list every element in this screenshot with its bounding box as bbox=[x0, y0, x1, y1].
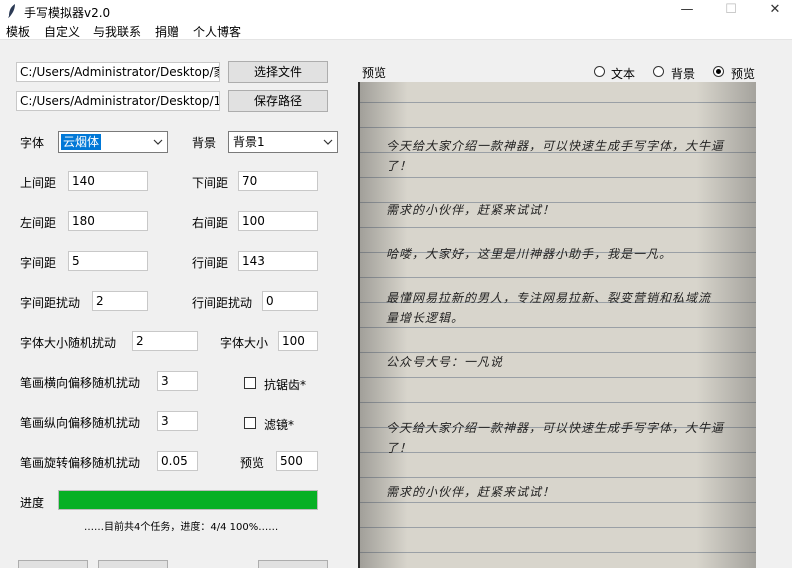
char-spacing-jitter-input[interactable]: 2 bbox=[92, 291, 148, 311]
bottom-button[interactable] bbox=[98, 560, 168, 568]
menu-contact[interactable]: 与我联系 bbox=[93, 23, 141, 40]
close-button[interactable]: ✕ bbox=[752, 0, 792, 22]
antialias-label: 抗锯齿* bbox=[264, 378, 307, 392]
font-size-jitter-input[interactable]: 2 bbox=[132, 331, 198, 351]
line-spacing-jitter-input[interactable]: 0 bbox=[262, 291, 318, 311]
handwriting-line: 量增长逻辑。 bbox=[386, 311, 465, 325]
progress-bar bbox=[58, 490, 318, 510]
save-path-button[interactable]: 保存路径 bbox=[228, 90, 328, 112]
minimize-button[interactable]: — bbox=[664, 0, 710, 22]
handwriting-line: 今天给大家介绍一款神器，可以快速生成手写字体，大牛逼 bbox=[386, 139, 725, 153]
bottom-button[interactable] bbox=[258, 560, 328, 568]
line-spacing-input[interactable]: 143 bbox=[238, 251, 318, 271]
handwriting-line: 最懂网易拉新的男人，专注网易拉新、裂变营销和私域流 bbox=[386, 291, 712, 305]
progress-label: 进度 bbox=[20, 496, 45, 510]
background-select-value: 背景1 bbox=[233, 135, 265, 149]
preview-size-input[interactable]: 500 bbox=[276, 451, 318, 471]
font-label: 字体 bbox=[20, 136, 45, 150]
filter-checkbox[interactable] bbox=[244, 417, 256, 429]
line-spacing-label: 行间距 bbox=[192, 256, 229, 270]
maximize-button[interactable]: ☐ bbox=[708, 0, 754, 22]
background-label: 背景 bbox=[192, 136, 217, 150]
stroke-v-jitter-input[interactable]: 3 bbox=[157, 411, 198, 431]
input-file-path[interactable]: C:/Users/Administrator/Desktop/家 bbox=[16, 62, 220, 82]
feather-pen-icon bbox=[8, 4, 15, 18]
stroke-v-jitter-label: 笔画纵向偏移随机扰动 bbox=[20, 416, 141, 430]
handwriting-line: 哈喽，大家好，这里是川神器小助手，我是一凡。 bbox=[386, 247, 673, 261]
right-margin-input[interactable]: 100 bbox=[238, 211, 318, 231]
stroke-h-jitter-label: 笔画横向偏移随机扰动 bbox=[20, 376, 141, 390]
char-spacing-jitter-label: 字间距扰动 bbox=[20, 296, 81, 310]
handwriting-line: 需求的小伙伴，赶紧来试试！ bbox=[386, 485, 556, 499]
right-margin-label: 右间距 bbox=[192, 216, 229, 230]
mode-text-radio[interactable] bbox=[594, 66, 605, 77]
menu-template[interactable]: 模板 bbox=[6, 23, 30, 40]
title-bar: 手写模拟器v2.0 — ☐ ✕ bbox=[0, 0, 792, 22]
background-select[interactable]: 背景1 bbox=[228, 131, 338, 153]
left-margin-input[interactable]: 180 bbox=[68, 211, 148, 231]
handwriting-line: 了！ bbox=[386, 159, 413, 173]
mode-background-label: 背景 bbox=[671, 67, 696, 81]
progress-status: ……目前共4个任务，进度：4/4 100%…… bbox=[84, 522, 279, 533]
handwriting-line: 今天给大家介绍一款神器，可以快速生成手写字体，大牛逼 bbox=[386, 421, 725, 435]
left-margin-label: 左间距 bbox=[20, 216, 57, 230]
menu-custom[interactable]: 自定义 bbox=[44, 23, 80, 40]
window-title: 手写模拟器v2.0 bbox=[24, 6, 111, 20]
font-size-jitter-label: 字体大小随机扰动 bbox=[20, 336, 117, 350]
menu-donate[interactable]: 捐赠 bbox=[155, 23, 179, 40]
mode-preview-radio[interactable] bbox=[713, 66, 724, 77]
char-spacing-input[interactable]: 5 bbox=[68, 251, 148, 271]
stroke-rot-jitter-input[interactable]: 0.05 bbox=[157, 451, 198, 471]
progress-fill bbox=[59, 491, 317, 509]
antialias-checkbox[interactable] bbox=[244, 377, 256, 389]
preview-label: 预览 bbox=[362, 66, 387, 80]
app-window: 手写模拟器v2.0 — ☐ ✕ 模板 自定义 与我联系 捐赠 个人博客 C:/U… bbox=[0, 0, 792, 568]
mode-background-radio[interactable] bbox=[653, 66, 664, 77]
top-margin-input[interactable]: 140 bbox=[68, 171, 148, 191]
stroke-h-jitter-input[interactable]: 3 bbox=[157, 371, 198, 391]
font-size-label: 字体大小 bbox=[220, 336, 269, 350]
preview-size-label: 预览 bbox=[240, 456, 265, 470]
menu-bar: 模板 自定义 与我联系 捐赠 个人博客 bbox=[0, 22, 792, 40]
font-size-input[interactable]: 100 bbox=[278, 331, 318, 351]
bottom-button[interactable] bbox=[18, 560, 88, 568]
handwriting-preview: 今天给大家介绍一款神器，可以快速生成手写字体，大牛逼 了！ 需求的小伙伴，赶紧来… bbox=[358, 82, 756, 568]
line-spacing-jitter-label: 行间距扰动 bbox=[192, 296, 253, 310]
mode-text-label: 文本 bbox=[611, 67, 636, 81]
char-spacing-label: 字间距 bbox=[20, 256, 57, 270]
bottom-margin-label: 下间距 bbox=[192, 176, 229, 190]
top-margin-label: 上间距 bbox=[20, 176, 57, 190]
chevron-down-icon bbox=[153, 139, 163, 145]
handwriting-line: 公众号大号：一凡说 bbox=[386, 355, 504, 369]
chevron-down-icon bbox=[323, 139, 333, 145]
filter-label: 滤镜* bbox=[264, 418, 295, 432]
mode-preview-label: 预览 bbox=[731, 67, 756, 81]
handwriting-line: 了！ bbox=[386, 441, 413, 455]
font-select-value: 云烟体 bbox=[61, 134, 102, 150]
output-path[interactable]: C:/Users/Administrator/Desktop/1 bbox=[16, 91, 220, 111]
menu-blog[interactable]: 个人博客 bbox=[193, 23, 241, 40]
choose-file-button[interactable]: 选择文件 bbox=[228, 61, 328, 83]
font-select[interactable]: 云烟体 bbox=[58, 131, 168, 153]
bottom-margin-input[interactable]: 70 bbox=[238, 171, 318, 191]
stroke-rot-jitter-label: 笔画旋转偏移随机扰动 bbox=[20, 456, 141, 470]
handwriting-line: 需求的小伙伴，赶紧来试试！ bbox=[386, 203, 556, 217]
